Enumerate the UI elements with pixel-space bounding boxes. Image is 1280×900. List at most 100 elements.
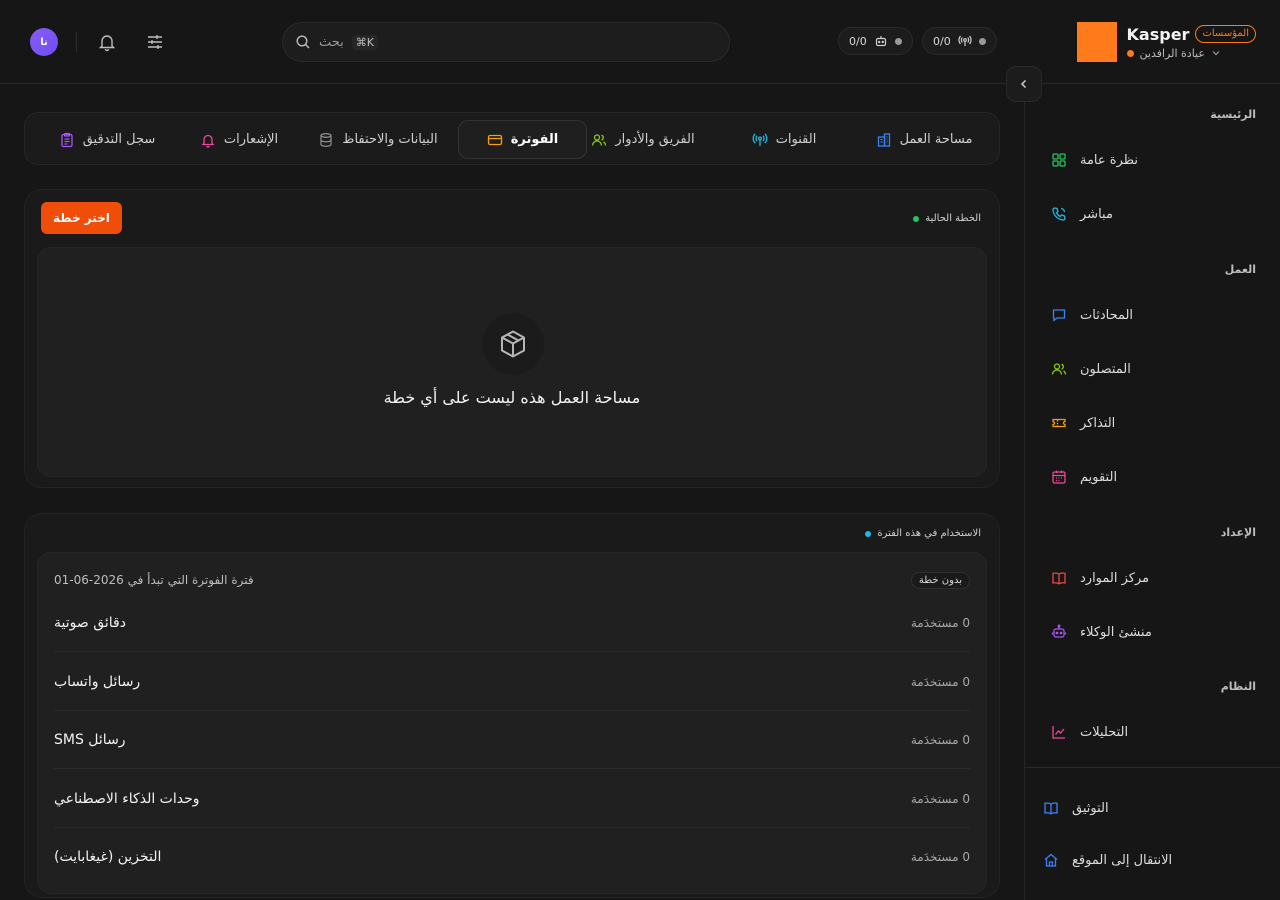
tab-team-roles[interactable]: الفريق والأدوار bbox=[567, 120, 719, 159]
sidebar-item-go-to-site[interactable]: الانتقال إلى الموقع bbox=[1042, 842, 1242, 878]
clipboard-icon bbox=[59, 132, 75, 148]
no-plan-badge: بدون خطة bbox=[910, 571, 970, 589]
tab-data-retention[interactable]: البيانات والاحتفاظ bbox=[303, 120, 453, 159]
bell-icon bbox=[97, 32, 117, 52]
sidebar-item-agent-builder[interactable]: منشئ الوكلاء bbox=[1050, 614, 1250, 650]
sidebar-item-label: الانتقال إلى الموقع bbox=[1072, 852, 1173, 868]
sidebar-item-analytics[interactable]: التحليلات bbox=[1050, 714, 1250, 750]
divider bbox=[76, 32, 77, 52]
building-icon bbox=[876, 132, 892, 148]
tab-label: الفريق والأدوار bbox=[615, 132, 695, 147]
sidebar-item-resource-center[interactable]: مركز الموارد bbox=[1050, 560, 1250, 596]
status-dot bbox=[978, 37, 986, 45]
docs-icon bbox=[1042, 799, 1060, 817]
tab-workspace[interactable]: مساحة العمل bbox=[849, 120, 999, 159]
tab-channels[interactable]: القنوات bbox=[724, 120, 844, 159]
plan-tier-badge: المؤسسات bbox=[1195, 25, 1256, 43]
workspace-switcher[interactable]: عيادة الرافدين bbox=[1126, 46, 1221, 60]
empty-state-message: مساحة العمل هذه ليست على أي خطة bbox=[383, 388, 641, 407]
sidebar-item-contacts[interactable]: المتصلون bbox=[1050, 351, 1250, 387]
status-dot bbox=[865, 530, 872, 537]
users-icon bbox=[591, 132, 607, 148]
status-dot bbox=[913, 215, 920, 222]
sidebar-item-overview[interactable]: نظرة عامة bbox=[1050, 142, 1250, 178]
settings-tabs: مساحة العمل القنوات الفريق والأدوار الفو… bbox=[24, 112, 1000, 165]
sidebar-item-label: التوثيق bbox=[1072, 800, 1109, 816]
sidebar-item-tickets[interactable]: التذاكر bbox=[1050, 405, 1250, 441]
current-plan-card: الخطة الحالية اختر خطة مساحة العمل هذه ل… bbox=[24, 189, 1000, 488]
sidebar-section-title: النظام bbox=[1220, 680, 1256, 693]
sidebar-item-label: التحليلات bbox=[1080, 724, 1129, 740]
usage-metric-value: 0 مستخدَمة bbox=[910, 674, 970, 689]
tab-label: الفوترة bbox=[510, 132, 559, 147]
package-icon bbox=[482, 313, 544, 375]
billing-period-row: فترة الفوترة التي تبدأ في 2026-06-01 بدو… bbox=[54, 569, 970, 591]
collapse-sidebar-button[interactable] bbox=[1006, 66, 1042, 102]
sidebar-item-label: نظرة عامة bbox=[1080, 152, 1139, 168]
usage-row: رسائل SMS 0 مستخدَمة bbox=[54, 711, 970, 769]
bot-icon bbox=[874, 34, 888, 48]
notifications-button[interactable] bbox=[95, 30, 119, 54]
billing-period: فترة الفوترة التي تبدأ في 2026-06-01 bbox=[54, 573, 254, 587]
tab-audit-log[interactable]: سجل التدقيق bbox=[37, 120, 177, 159]
bot-icon bbox=[1050, 623, 1068, 641]
choose-plan-button[interactable]: اختر خطة bbox=[41, 202, 122, 234]
usage-metric-value: 0 مستخدَمة bbox=[910, 850, 970, 864]
counter-value: 0/0 bbox=[933, 34, 951, 48]
sidebar-item-label: التذاكر bbox=[1080, 415, 1116, 431]
workspace-name: عيادة الرافدين bbox=[1139, 46, 1205, 60]
ticket-icon bbox=[1050, 414, 1068, 432]
usage-card: الاستخدام في هذه الفترة فترة الفوترة الت… bbox=[24, 513, 1000, 898]
usage-metric-value: 0 مستخدَمة bbox=[910, 732, 970, 747]
usage-metric-name: التخزين (غيغابايت) bbox=[54, 849, 162, 865]
agents-counter[interactable]: 0/0 bbox=[838, 27, 913, 55]
sidebar-item-label: مباشر bbox=[1080, 206, 1113, 222]
no-plan-panel: مساحة العمل هذه ليست على أي خطة bbox=[37, 247, 987, 477]
usage-metric-name: دقائق صوتية bbox=[54, 614, 126, 631]
chevron-down-icon bbox=[1211, 48, 1221, 58]
workspace-status-dot bbox=[1126, 49, 1134, 57]
sidebar-item-conversations[interactable]: المحادثات bbox=[1050, 297, 1250, 333]
counter-value: 0/0 bbox=[849, 34, 867, 48]
usage-metric-value: 0 مستخدَمة bbox=[910, 615, 970, 630]
tab-label: مساحة العمل bbox=[899, 132, 973, 147]
usage-metric-name: وحدات الذكاء الاصطناعي bbox=[54, 790, 200, 807]
bell-icon bbox=[200, 132, 216, 148]
card-icon bbox=[487, 132, 503, 148]
sidebar-item-live[interactable]: مباشر bbox=[1050, 196, 1250, 232]
current-plan-label: الخطة الحالية bbox=[913, 213, 981, 224]
top-bar: Kasper المؤسسات عيادة الرافدين 0/0 0/0 ب… bbox=[0, 0, 1280, 84]
usage-label: الاستخدام في هذه الفترة bbox=[865, 528, 981, 539]
brand-name: Kasper bbox=[1126, 24, 1190, 44]
sidebar-item-calendar[interactable]: التقويم bbox=[1050, 459, 1250, 495]
sidebar-item-docs[interactable]: التوثيق bbox=[1042, 790, 1242, 826]
status-dot bbox=[894, 37, 902, 45]
users-icon bbox=[1050, 360, 1068, 378]
tab-label: الإشعارات bbox=[223, 132, 279, 147]
brand: Kasper المؤسسات عيادة الرافدين bbox=[1076, 22, 1256, 62]
search-placeholder: بحث bbox=[319, 34, 344, 50]
usage-metric-value: 0 مستخدَمة bbox=[910, 791, 970, 806]
search-shortcut: ⌘K bbox=[351, 34, 378, 50]
chat-icon bbox=[1050, 306, 1068, 324]
search-input[interactable]: بحث ⌘K bbox=[282, 22, 730, 62]
chevron-left-icon bbox=[1017, 77, 1031, 91]
chart-icon bbox=[1050, 723, 1068, 741]
sidebar-item-label: المتصلون bbox=[1080, 361, 1131, 377]
tab-label: القنوات bbox=[775, 132, 817, 147]
live-calls-counter[interactable]: 0/0 bbox=[922, 27, 997, 55]
phone-icon bbox=[1050, 205, 1068, 223]
tab-notifications[interactable]: الإشعارات bbox=[179, 120, 299, 159]
filters-button[interactable] bbox=[143, 30, 167, 54]
calendar-icon bbox=[1050, 468, 1068, 486]
usage-metric-name: رسائل SMS bbox=[54, 731, 126, 748]
avatar[interactable]: نا bbox=[30, 28, 58, 56]
sidebar-item-label: المحادثات bbox=[1080, 307, 1134, 323]
sidebar-section-title: العمل bbox=[1224, 263, 1256, 276]
brand-logo bbox=[1076, 22, 1117, 62]
sidebar-section-title: الإعداد bbox=[1220, 526, 1256, 539]
usage-row: رسائل واتساب 0 مستخدَمة bbox=[54, 653, 970, 711]
home-icon bbox=[1042, 851, 1060, 869]
tab-billing[interactable]: الفوترة bbox=[458, 120, 587, 159]
sidebar-section-title: الرئيسية bbox=[1210, 108, 1256, 121]
